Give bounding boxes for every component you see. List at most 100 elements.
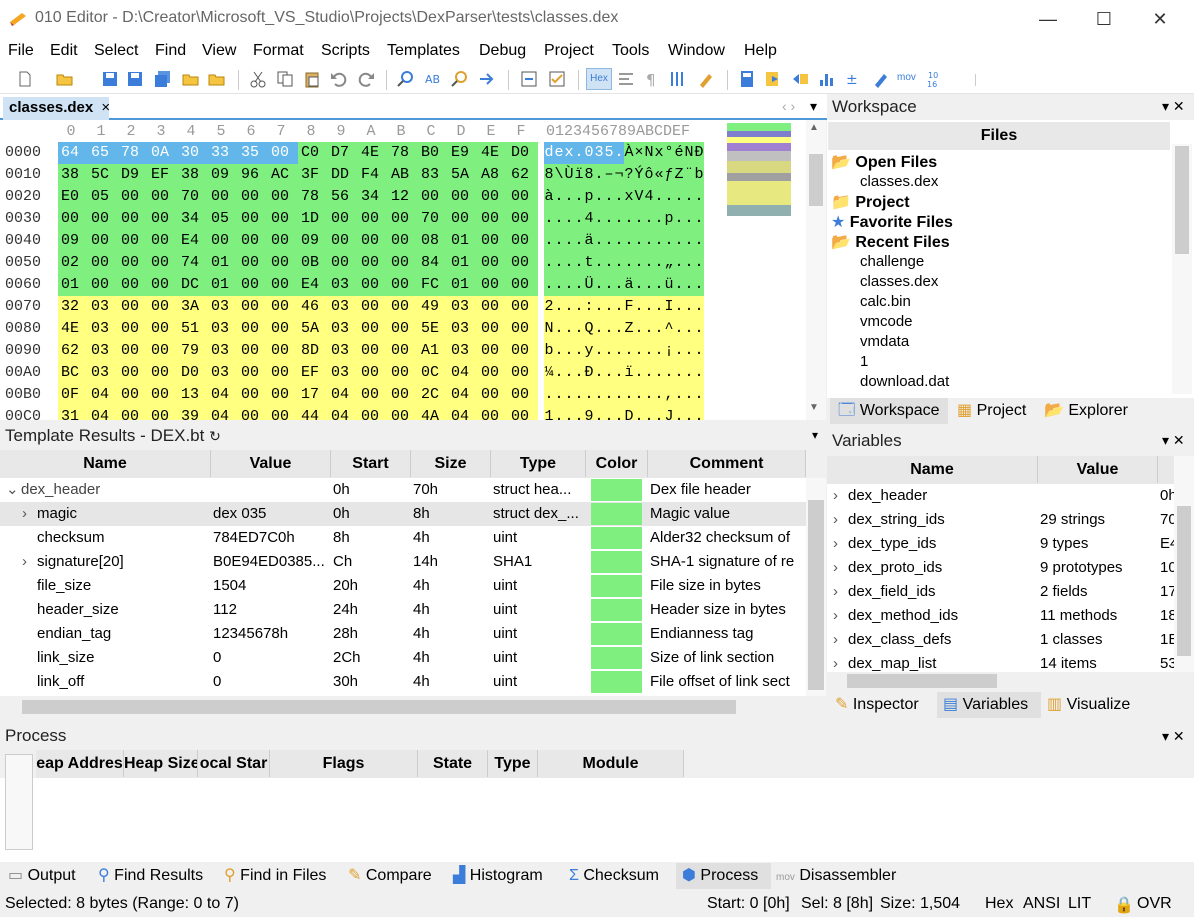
- ascii-char[interactable]: .: [684, 362, 694, 384]
- hex-byte[interactable]: 00: [148, 384, 178, 406]
- close-tab-icon[interactable]: ×: [101, 99, 110, 116]
- hex-byte[interactable]: 00: [508, 362, 538, 384]
- hex-byte[interactable]: D0: [178, 362, 208, 384]
- status-hex[interactable]: Hex: [985, 895, 1013, 913]
- tab-project[interactable]: ▦ Project: [955, 398, 1026, 424]
- ascii-char[interactable]: .: [564, 208, 574, 230]
- recent-file-item[interactable]: vmcode: [860, 313, 913, 330]
- ascii-char[interactable]: d: [544, 142, 554, 164]
- hex-row[interactable]: 64 65 78 0A 30 33 35 00 C0 D7 4E 78 B0 E9 4E D0: [58, 142, 538, 164]
- hex-byte[interactable]: 00: [328, 252, 358, 274]
- tab-process[interactable]: ⬢ Process: [676, 863, 771, 889]
- ascii-char[interactable]: .: [674, 186, 684, 208]
- hex-byte[interactable]: 70: [418, 208, 448, 230]
- hex-row[interactable]: 00 00 00 00 34 05 00 00 1D 00 00 00 70 00 00 00: [58, 208, 538, 230]
- disassemble-button[interactable]: mov: [897, 72, 916, 83]
- hex-byte[interactable]: 00: [238, 384, 268, 406]
- ascii-char[interactable]: .: [654, 318, 664, 340]
- col-heap-size[interactable]: Heap Size: [124, 750, 198, 777]
- ascii-char[interactable]: .: [604, 274, 614, 296]
- col-name[interactable]: Name: [0, 450, 211, 477]
- ascii-char[interactable]: .: [694, 318, 704, 340]
- hex-byte[interactable]: 0A: [148, 142, 178, 164]
- hex-byte[interactable]: 04: [448, 406, 478, 420]
- menu-debug[interactable]: Debug: [479, 42, 526, 60]
- hex-byte[interactable]: DD: [328, 164, 358, 186]
- ascii-char[interactable]: .: [634, 406, 644, 420]
- hex-byte[interactable]: 05: [208, 208, 238, 230]
- hex-byte[interactable]: 5A: [298, 318, 328, 340]
- hex-byte[interactable]: 4A: [418, 406, 448, 420]
- ascii-char[interactable]: .: [634, 362, 644, 384]
- ascii-char[interactable]: .: [674, 384, 684, 406]
- ascii-char[interactable]: 4: [584, 208, 594, 230]
- ascii-char[interactable]: .: [564, 296, 574, 318]
- hex-byte[interactable]: 4E: [58, 318, 88, 340]
- ascii-char[interactable]: 3: [594, 142, 604, 164]
- hex-byte[interactable]: 00: [148, 296, 178, 318]
- hex-byte[interactable]: 1D: [298, 208, 328, 230]
- expand-chevron-icon[interactable]: ›: [833, 580, 838, 604]
- hex-mode-toggle[interactable]: Hex: [586, 68, 612, 90]
- hex-byte[interactable]: 03: [88, 362, 118, 384]
- hex-row[interactable]: 4E 03 00 00 51 03 00 00 5A 03 00 00 5E 03 00 00: [58, 318, 538, 340]
- ascii-row[interactable]: ............,...: [544, 384, 706, 406]
- ascii-char[interactable]: .: [614, 384, 624, 406]
- hex-minimap[interactable]: [727, 123, 791, 216]
- recent-file-item[interactable]: vmdata: [860, 333, 909, 350]
- ascii-char[interactable]: .: [634, 340, 644, 362]
- save-icon[interactable]: [101, 70, 119, 88]
- paragraph-icon[interactable]: ¶: [643, 70, 661, 88]
- ascii-row[interactable]: ....Ü...ä...ü...: [544, 274, 706, 296]
- ascii-char[interactable]: .: [634, 208, 644, 230]
- ascii-char[interactable]: .: [654, 362, 664, 384]
- ascii-char[interactable]: .: [604, 186, 614, 208]
- hex-byte[interactable]: 03: [448, 340, 478, 362]
- hex-byte[interactable]: 83: [418, 164, 448, 186]
- hex-byte[interactable]: 00: [118, 230, 148, 252]
- workspace-scroll-thumb[interactable]: [1175, 146, 1189, 254]
- ascii-char[interactable]: .: [544, 230, 554, 252]
- hex-byte[interactable]: 00: [388, 340, 418, 362]
- ascii-char[interactable]: .: [554, 362, 564, 384]
- ascii-char[interactable]: «: [654, 164, 664, 186]
- expand-chevron-icon[interactable]: ›: [22, 502, 27, 526]
- template-row[interactable]: link_off 0 30h 4h uint File offset of link se…: [0, 670, 806, 694]
- save-all-icon[interactable]: [154, 70, 172, 88]
- export-icon[interactable]: [791, 70, 809, 88]
- ascii-char[interactable]: .: [694, 406, 704, 420]
- compare-icon[interactable]: [520, 70, 538, 88]
- hex-byte[interactable]: 00: [478, 274, 508, 296]
- ascii-char[interactable]: .: [644, 296, 654, 318]
- maximize-button[interactable]: ☐: [1081, 6, 1127, 32]
- undo-icon[interactable]: [330, 70, 348, 88]
- hex-byte[interactable]: 96: [238, 164, 268, 186]
- ascii-char[interactable]: .: [634, 274, 644, 296]
- hex-byte[interactable]: 17: [298, 384, 328, 406]
- new-file-icon[interactable]: [16, 70, 34, 88]
- ascii-char[interactable]: :: [584, 296, 594, 318]
- ascii-char[interactable]: ?: [624, 164, 634, 186]
- ascii-char[interactable]: p: [584, 186, 594, 208]
- hex-byte[interactable]: 00: [448, 186, 478, 208]
- hex-byte[interactable]: 78: [118, 142, 148, 164]
- hex-byte[interactable]: 00: [148, 230, 178, 252]
- tab-explorer[interactable]: 📂 Explorer: [1044, 398, 1128, 424]
- ascii-char[interactable]: .: [544, 208, 554, 230]
- ascii-char[interactable]: V: [634, 186, 644, 208]
- ascii-char[interactable]: y: [584, 340, 594, 362]
- hex-byte[interactable]: 62: [58, 340, 88, 362]
- ascii-char[interactable]: .: [574, 274, 584, 296]
- hex-byte[interactable]: 00: [268, 274, 298, 296]
- hex-byte[interactable]: 00: [238, 296, 268, 318]
- hex-byte[interactable]: 00: [268, 318, 298, 340]
- ascii-char[interactable]: ¬: [614, 164, 624, 186]
- recent-file-item[interactable]: calc.bin: [860, 293, 911, 310]
- hex-byte[interactable]: 00: [508, 340, 538, 362]
- ascii-char[interactable]: .: [574, 230, 584, 252]
- find-in-files-icon[interactable]: [451, 70, 469, 88]
- ascii-char[interactable]: .: [594, 186, 604, 208]
- ascii-char[interactable]: .: [544, 252, 554, 274]
- ascii-char[interactable]: t: [584, 252, 594, 274]
- ascii-char[interactable]: .: [684, 384, 694, 406]
